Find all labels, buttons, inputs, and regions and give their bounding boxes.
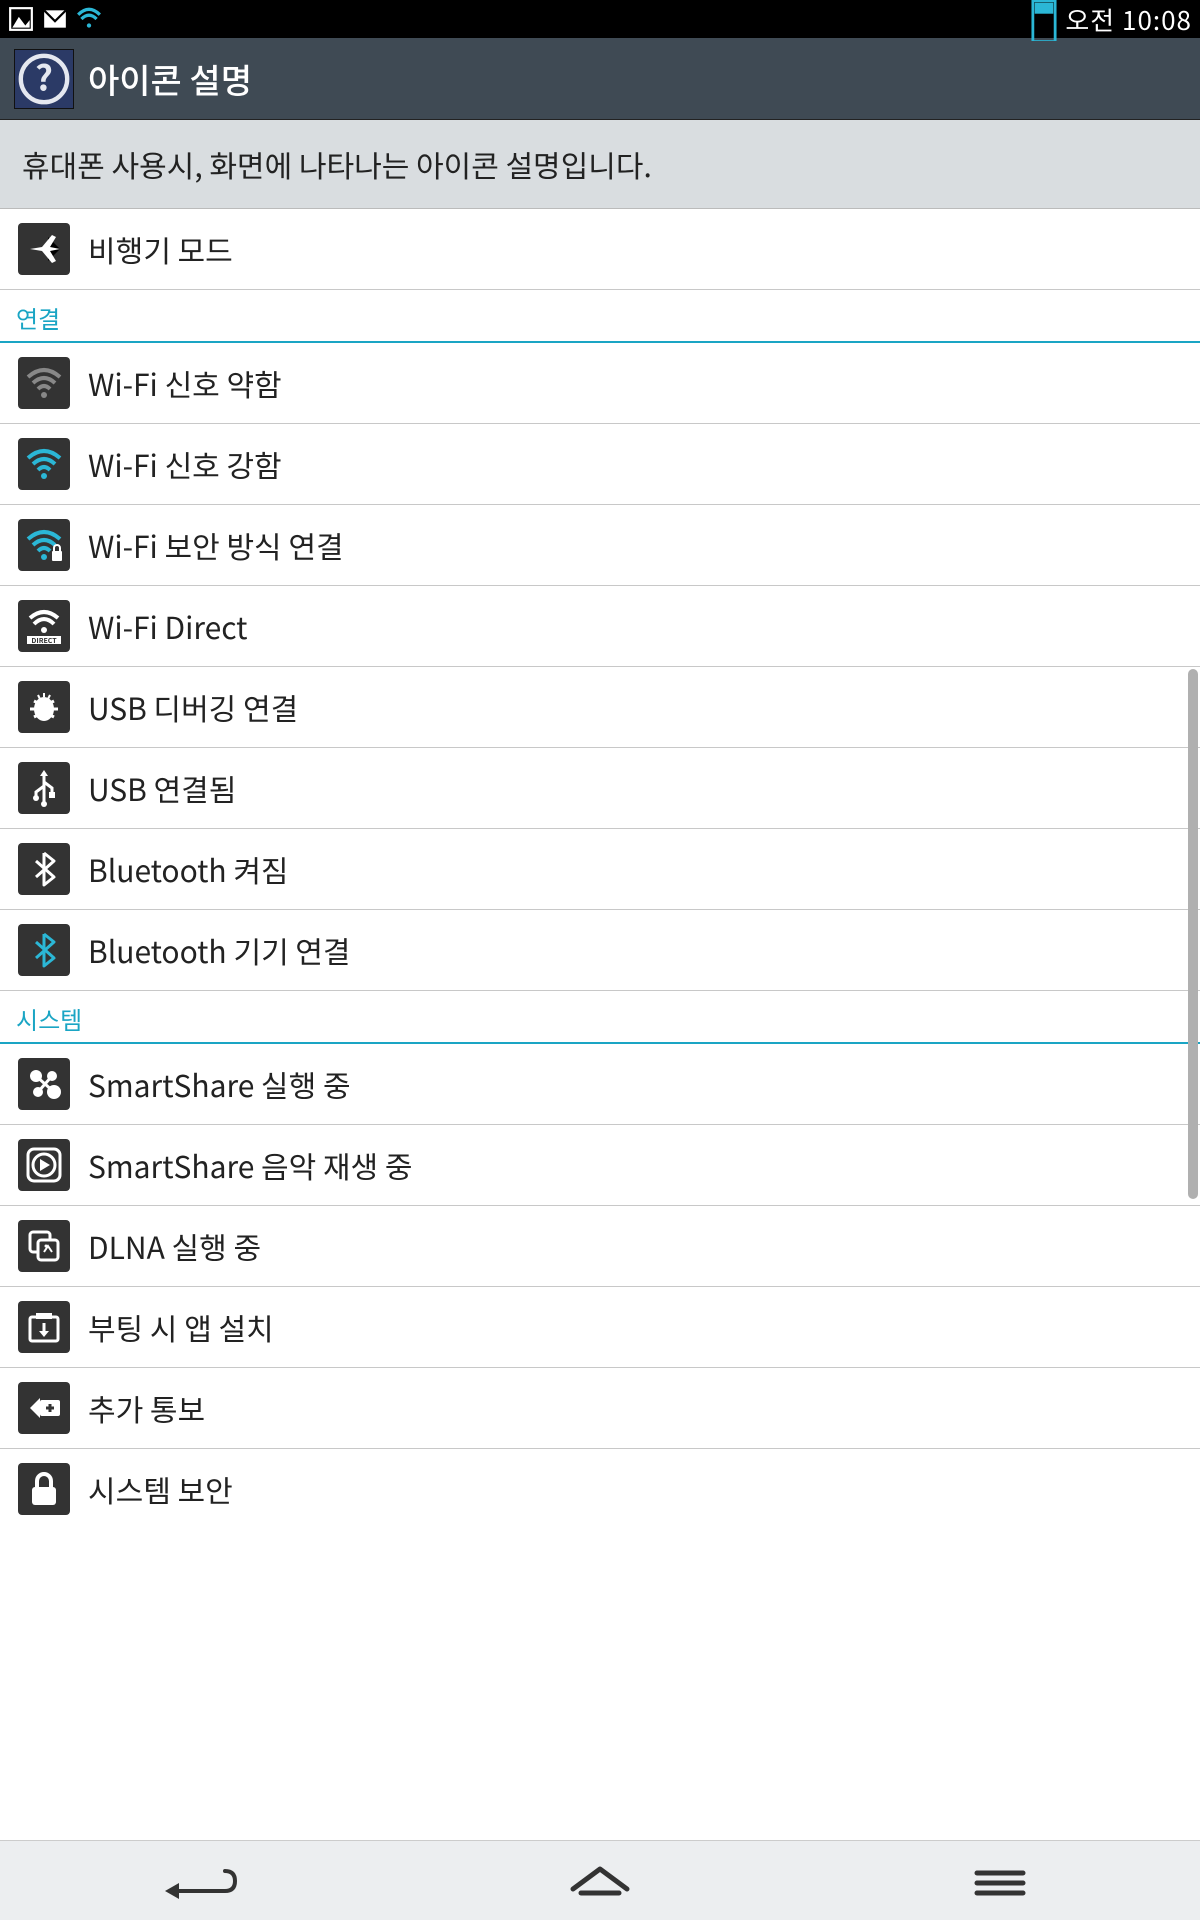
list-item[interactable]: SmartShare 음악 재생 중 [0, 1125, 1200, 1206]
smartshare-icon [18, 1058, 70, 1110]
usb-debug-icon [18, 681, 70, 733]
app-bar: ? 아이콘 설명 [0, 38, 1200, 120]
wifi-status-icon [76, 6, 102, 32]
list-item[interactable]: USB 디버깅 연결 [0, 667, 1200, 748]
list-item[interactable]: 부팅 시 앱 설치 [0, 1287, 1200, 1368]
list-item[interactable]: Wi-Fi 신호 약함 [0, 343, 1200, 424]
system-security-icon [18, 1463, 70, 1515]
boot-install-icon [18, 1301, 70, 1353]
item-label: 비행기 모드 [88, 227, 233, 271]
help-icon: ? [14, 49, 74, 109]
item-label: DLNA 실행 중 [88, 1224, 261, 1268]
svg-text:?: ? [35, 51, 53, 101]
list-item[interactable]: 추가 통보 [0, 1368, 1200, 1449]
svg-text:DIRECT: DIRECT [31, 636, 57, 646]
item-label: Wi-Fi 신호 강함 [88, 442, 282, 486]
bluetooth-connected-icon [18, 924, 70, 976]
item-label: Bluetooth 켜짐 [88, 847, 289, 891]
list-item[interactable]: 시스템 보안 [0, 1449, 1200, 1529]
navigation-bar [0, 1840, 1200, 1920]
airplane-icon [18, 223, 70, 275]
item-label: USB 디버깅 연결 [88, 685, 298, 729]
item-label: 부팅 시 앱 설치 [88, 1305, 274, 1349]
item-label: 시스템 보안 [88, 1467, 233, 1511]
section-header-connection: 연결 [0, 290, 1200, 343]
list-item[interactable]: USB 연결됨 [0, 748, 1200, 829]
list-item[interactable]: Wi-Fi 신호 강함 [0, 424, 1200, 505]
list-item[interactable]: Bluetooth 기기 연결 [0, 910, 1200, 991]
item-label: SmartShare 실행 중 [88, 1062, 351, 1106]
page-title: 아이콘 설명 [88, 54, 252, 103]
gmail-icon [42, 6, 68, 32]
back-button[interactable] [140, 1856, 260, 1906]
battery-icon [1031, 6, 1057, 32]
scrollbar[interactable] [1188, 669, 1198, 1199]
item-label: Wi-Fi 보안 방식 연결 [88, 523, 344, 567]
item-label: SmartShare 음악 재생 중 [88, 1143, 412, 1187]
clock-text: 오전 10:08 [1065, 1, 1192, 38]
status-right: 오전 10:08 [1031, 1, 1192, 38]
list-item[interactable]: Wi-Fi 보안 방식 연결 [0, 505, 1200, 586]
list-item[interactable]: 비행기 모드 [0, 209, 1200, 290]
wifi-secure-icon [18, 519, 70, 571]
section-header-system: 시스템 [0, 991, 1200, 1044]
list-item[interactable]: DLNA 실행 중 [0, 1206, 1200, 1287]
item-label: USB 연결됨 [88, 766, 236, 810]
icon-list[interactable]: 비행기 모드 연결 Wi-Fi 신호 약함 Wi-Fi 신호 강함 Wi-Fi … [0, 209, 1200, 1851]
status-left [8, 6, 102, 32]
wifi-direct-icon: DIRECT [18, 600, 70, 652]
picture-icon [8, 6, 34, 32]
list-item[interactable]: DIRECT Wi-Fi Direct [0, 586, 1200, 667]
home-button[interactable] [540, 1856, 660, 1906]
item-label: 추가 통보 [88, 1386, 205, 1430]
description-text: 휴대폰 사용시, 화면에 나타나는 아이콘 설명입니다. [0, 120, 1200, 209]
list-item[interactable]: SmartShare 실행 중 [0, 1044, 1200, 1125]
usb-connected-icon [18, 762, 70, 814]
wifi-weak-icon [18, 357, 70, 409]
menu-button[interactable] [940, 1856, 1060, 1906]
item-label: Bluetooth 기기 연결 [88, 928, 350, 972]
list-item[interactable]: Bluetooth 켜짐 [0, 829, 1200, 910]
smartshare-play-icon [18, 1139, 70, 1191]
wifi-strong-icon [18, 438, 70, 490]
more-notification-icon [18, 1382, 70, 1434]
bluetooth-on-icon [18, 843, 70, 895]
status-bar: 오전 10:08 [0, 0, 1200, 38]
item-label: Wi-Fi 신호 약함 [88, 361, 282, 405]
dlna-icon [18, 1220, 70, 1272]
item-label: Wi-Fi Direct [88, 604, 247, 648]
